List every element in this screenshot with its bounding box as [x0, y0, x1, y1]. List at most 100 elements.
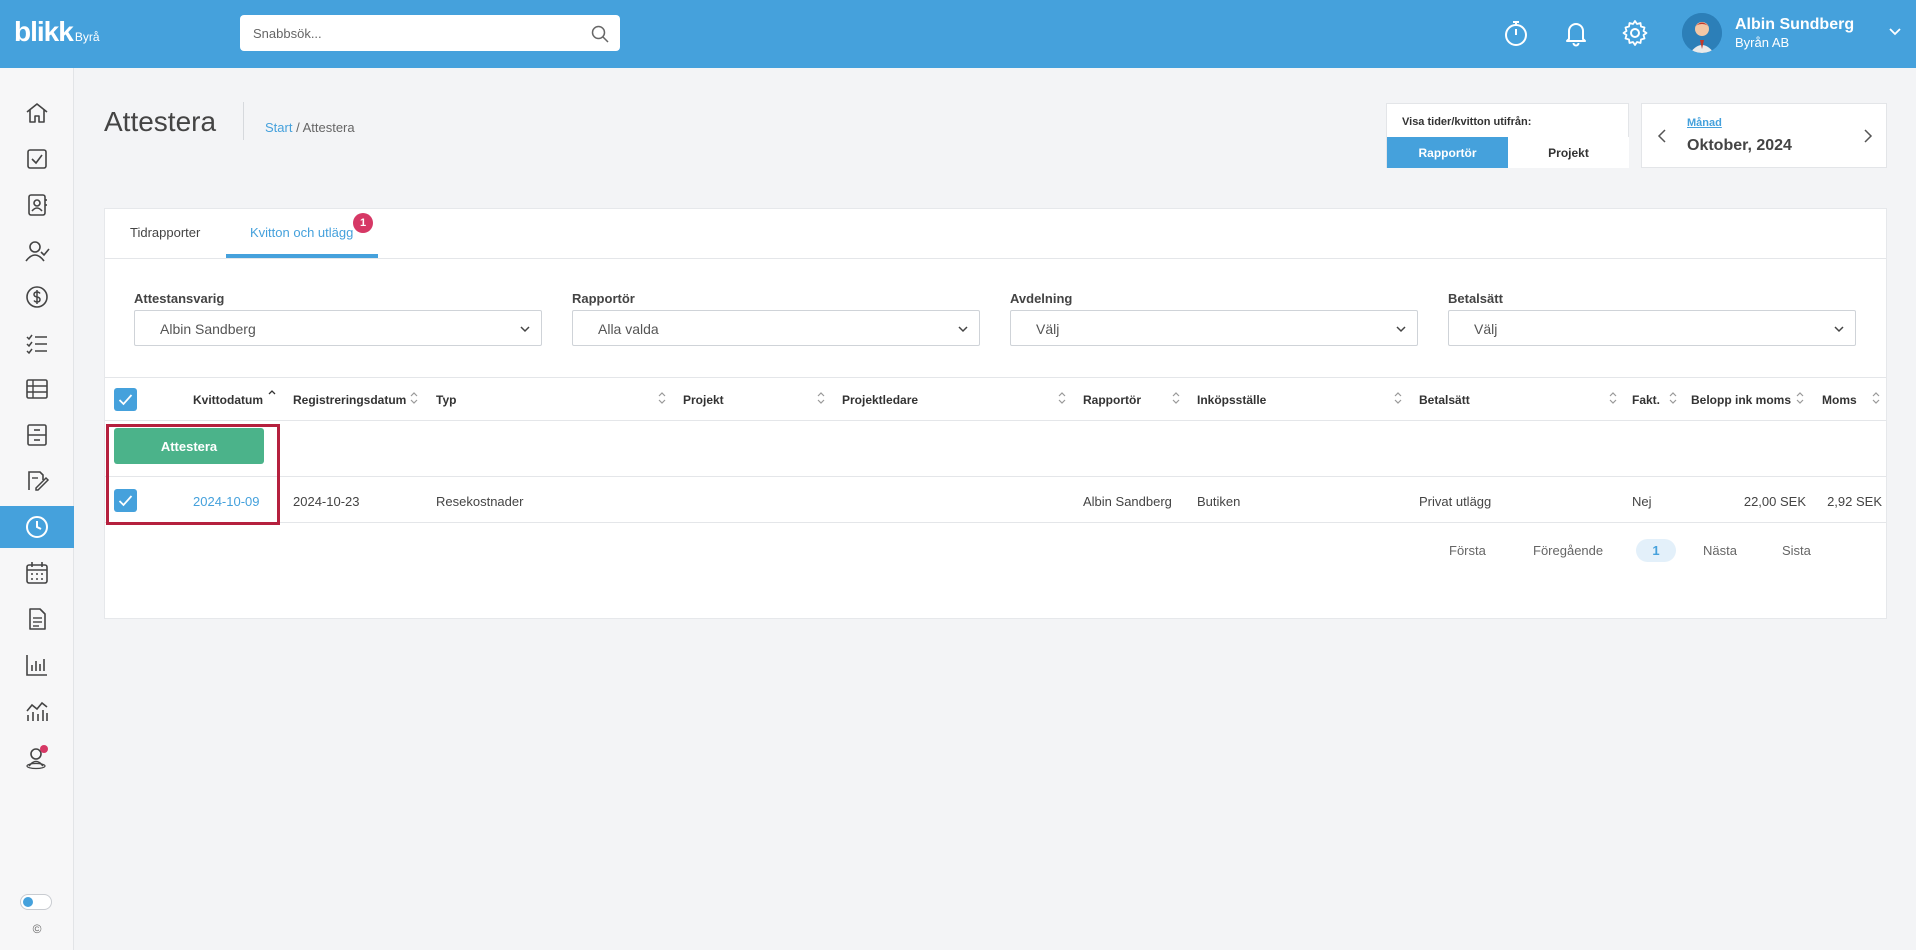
sidebar-item-archive[interactable] [0, 414, 74, 456]
sort-icon[interactable] [657, 390, 667, 406]
sort-asc-icon[interactable] [267, 388, 277, 404]
stopwatch-icon[interactable] [1501, 18, 1531, 48]
column-header-rapportor[interactable]: Rapportör [1083, 393, 1141, 407]
user-name[interactable]: Albin Sundberg [1735, 16, 1854, 34]
contacts-icon [28, 194, 47, 216]
trend-chart-icon [26, 701, 48, 721]
filter-label-rapportor: Rapportör [572, 291, 635, 306]
sidebar-item-tasks[interactable] [0, 138, 74, 180]
filter-select-betalsatt[interactable]: Välj [1448, 310, 1856, 346]
pagination-first[interactable]: Första [1449, 543, 1486, 558]
copyright: © [32, 922, 42, 936]
sidebar-item-table[interactable] [0, 368, 74, 410]
sort-icon[interactable] [1393, 390, 1403, 406]
sidebar-item-calendar[interactable] [0, 552, 74, 594]
sidebar-item-users[interactable] [0, 230, 74, 272]
search-icon[interactable] [590, 24, 610, 44]
theme-toggle[interactable] [20, 894, 52, 910]
cell-inkopsstalle: Butiken [1197, 494, 1241, 509]
column-header-fakt[interactable]: Fakt. [1632, 393, 1660, 407]
sort-icon[interactable] [1608, 390, 1618, 406]
column-header-registreringsdatum[interactable]: Registreringsdatum [293, 393, 406, 407]
sidebar-item-home[interactable] [0, 92, 74, 134]
chevron-down-icon [1396, 326, 1406, 333]
dollar-icon [26, 286, 48, 308]
sort-icon[interactable] [816, 390, 826, 406]
bell-icon[interactable] [1561, 18, 1591, 48]
sidebar-item-location[interactable] [0, 736, 74, 778]
column-header-typ[interactable]: Typ [436, 393, 456, 407]
period-value: Oktober, 2024 [1687, 137, 1792, 154]
sidebar-item-contacts[interactable] [0, 184, 74, 226]
bulk-action-row [105, 421, 1886, 477]
table-icon [26, 379, 48, 399]
calendar-icon [26, 562, 48, 584]
bar-chart-icon [26, 655, 47, 676]
sidebar-item-analytics[interactable] [0, 690, 74, 732]
cell-fakt: Nej [1632, 494, 1652, 509]
gear-icon[interactable] [1620, 18, 1650, 48]
avatar[interactable] [1682, 13, 1722, 53]
view-option-rapportor[interactable]: Rapportör [1387, 137, 1508, 168]
column-header-kvittodatum[interactable]: Kvittodatum [193, 393, 263, 407]
check-icon [118, 394, 133, 406]
chevron-down-icon [520, 326, 530, 333]
sidebar-item-time[interactable] [0, 506, 74, 548]
column-header-moms[interactable]: Moms [1822, 393, 1857, 407]
sidebar-item-documents[interactable] [0, 598, 74, 640]
tab-kvitton-och-utlagg[interactable]: Kvitton och utlägg [250, 225, 353, 240]
cell-typ: Resekostnader [436, 494, 524, 509]
sort-icon[interactable] [1057, 390, 1067, 406]
pagination-prev[interactable]: Föregående [1533, 543, 1603, 558]
cell-belopp: 22,00 SEK [1743, 494, 1806, 509]
chevron-down-icon [1834, 326, 1844, 333]
tab-bar: Tidrapporter Kvitton och utlägg 1 [105, 209, 1886, 259]
sort-icon[interactable] [1795, 390, 1805, 406]
sort-icon[interactable] [1171, 390, 1181, 406]
column-header-projektledare[interactable]: Projektledare [842, 393, 918, 407]
cell-moms: 2,92 SEK [1827, 494, 1882, 509]
sidebar: © [0, 68, 74, 950]
checkbox-icon [27, 149, 47, 169]
column-header-projekt[interactable]: Projekt [683, 393, 724, 407]
filter-select-attestansvarig[interactable]: Albin Sandberg [134, 310, 542, 346]
filter-select-avdelning[interactable]: Välj [1010, 310, 1418, 346]
chevron-down-icon[interactable] [1888, 24, 1902, 38]
breadcrumb-start-link[interactable]: Start [265, 120, 292, 135]
clock-icon [26, 516, 48, 538]
sort-icon[interactable] [1871, 390, 1881, 406]
document-edit-icon [28, 471, 50, 491]
sidebar-item-checklist[interactable] [0, 322, 74, 364]
sidebar-item-economy[interactable] [0, 276, 74, 318]
column-header-belopp[interactable]: Belopp ink moms [1691, 393, 1791, 407]
filter-label-attestansvarig: Attestansvarig [134, 291, 225, 306]
chevron-right-icon[interactable] [1860, 128, 1876, 144]
sidebar-item-reports[interactable] [0, 644, 74, 686]
chevron-left-icon[interactable] [1654, 128, 1670, 144]
tab-tidrapporter[interactable]: Tidrapporter [130, 225, 200, 240]
pagination-last[interactable]: Sista [1782, 543, 1811, 558]
selection-highlight [106, 424, 280, 525]
top-bar: blikkByrå Albin Sundberg Byrån AB [0, 0, 1916, 68]
sort-icon[interactable] [409, 390, 419, 406]
pagination-current[interactable]: 1 [1636, 539, 1676, 562]
page-title: Attestera [104, 106, 217, 137]
sidebar-item-sign[interactable] [0, 460, 74, 502]
chevron-down-icon [958, 326, 968, 333]
view-option-projekt[interactable]: Projekt [1508, 137, 1629, 168]
breadcrumb: Start / Attestera [265, 120, 355, 135]
period-kind-link[interactable]: Månad [1687, 117, 1722, 129]
document-icon [29, 608, 46, 630]
app-logo[interactable]: blikk Byrå [14, 16, 100, 48]
column-header-betalsatt[interactable]: Betalsätt [1419, 393, 1470, 407]
sort-icon[interactable] [1668, 390, 1678, 406]
filter-select-rapportor[interactable]: Alla valda [572, 310, 980, 346]
select-all-checkbox[interactable] [114, 388, 137, 411]
table-row [105, 477, 1886, 523]
receipts-card: Tidrapporter Kvitton och utlägg 1 Attest… [104, 208, 1887, 619]
column-header-inkopsstalle[interactable]: Inköpsställe [1197, 393, 1266, 407]
search-input[interactable] [240, 15, 620, 51]
pagination-next[interactable]: Nästa [1703, 543, 1737, 558]
period-picker: Månad Oktober, 2024 [1641, 103, 1887, 168]
tab-badge: 1 [353, 213, 373, 233]
